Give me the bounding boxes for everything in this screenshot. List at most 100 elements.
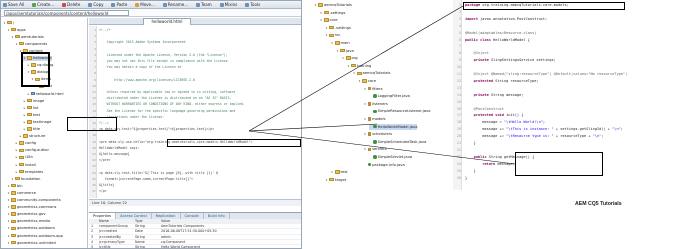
tree-item[interactable]: ▾ foundation — [11, 176, 41, 181]
project-item[interactable]: ▾ servlets — [364, 146, 386, 152]
expand-toggle-icon[interactable]: ▾ — [353, 71, 356, 75]
tree-item[interactable]: ▸ templates — [15, 169, 43, 174]
expand-toggle-icon[interactable]: ▾ — [7, 198, 10, 202]
column-header[interactable]: Value — [159, 219, 299, 223]
tree-item[interactable]: ▾ geometrixx-commons — [7, 205, 57, 210]
tree-item[interactable]: ▾ apps — [7, 27, 26, 32]
tab-helloworld-html[interactable]: helloworld.html — [143, 18, 191, 25]
project-item[interactable]: ▾ src — [325, 32, 341, 38]
project-item[interactable]: ▾ target — [325, 177, 346, 183]
tree-item[interactable]: ▸ config — [15, 141, 36, 146]
project-item[interactable]: ▾ main — [331, 40, 349, 46]
editor-code[interactable]: 1 <!--/* 2 3 Copyright 2015 Adobe Systems I… — [89, 26, 301, 198]
tab-console[interactable]: Console — [181, 213, 204, 219]
expand-toggle-icon[interactable]: ▾ — [325, 178, 328, 182]
expand-toggle-icon[interactable]: ▾ — [7, 28, 10, 32]
expand-toggle-icon[interactable]: ▾ — [7, 226, 10, 230]
tree-item[interactable]: ▸ textimage — [23, 119, 52, 124]
tree-item[interactable]: ▾ components — [15, 41, 47, 46]
tree-item[interactable]: ▸ helloworld.html — [27, 91, 64, 96]
expand-toggle-icon[interactable]: ▸ — [15, 170, 18, 174]
column-header[interactable]: Type — [133, 219, 159, 223]
project-item[interactable]: ▾ org — [342, 55, 357, 61]
project-item[interactable]: ▾ java — [336, 48, 354, 54]
tree-item[interactable]: ▸ title — [23, 127, 40, 132]
expand-toggle-icon[interactable]: ▾ — [364, 117, 367, 121]
expand-toggle-icon[interactable]: ▸ — [23, 120, 26, 124]
project-item[interactable]: ▾ models — [364, 116, 385, 122]
project-item[interactable]: ▾ aemcqTutorials — [353, 70, 390, 76]
table-row[interactable]: 5 jcr:title String Hello World Component — [89, 245, 301, 248]
tree-item[interactable]: ▾ commerce — [7, 190, 36, 195]
project-item[interactable]: ▾ filters — [364, 86, 382, 92]
toolbar-button[interactable]: Paste — [111, 2, 127, 7]
expand-toggle-icon[interactable]: ▸ — [23, 113, 26, 117]
tree-item[interactable]: ▸ list — [23, 105, 39, 110]
tab-access-control[interactable]: Access Control — [116, 213, 152, 219]
project-item[interactable]: ▾ aemcqTutorials — [314, 2, 352, 8]
tree-item[interactable]: ▸ structure — [19, 134, 46, 139]
expand-toggle-icon[interactable]: ▸ — [27, 92, 30, 96]
tree-item[interactable]: ▾ community-components — [7, 198, 61, 203]
expand-toggle-icon[interactable]: ▾ — [364, 87, 367, 91]
expand-toggle-icon[interactable]: ▾ — [320, 11, 323, 15]
tree-item[interactable]: ▾ bin — [7, 183, 23, 188]
expand-toggle-icon[interactable]: ▸ — [15, 148, 18, 152]
tree-item[interactable]: ▾ geometrixx-media — [7, 219, 50, 224]
expand-toggle-icon[interactable]: ▾ — [7, 212, 10, 216]
tree-item[interactable]: ▸ i18n — [15, 155, 33, 160]
toolbar-button[interactable]: Save All — [3, 2, 24, 7]
expand-toggle-icon[interactable]: ▾ — [336, 49, 339, 53]
column-header[interactable]: Name — [97, 219, 133, 223]
toolbar-button[interactable]: Copy — [88, 2, 103, 7]
expand-toggle-icon[interactable]: ▸ — [23, 127, 26, 131]
tree-item[interactable]: ▸ image — [23, 98, 44, 103]
tree-item[interactable]: ▸ config.author — [15, 148, 49, 153]
tab-properties[interactable]: Properties — [89, 213, 117, 219]
project-item[interactable]: ▾ test — [331, 169, 347, 175]
tree-item[interactable]: ▸ install — [15, 162, 36, 167]
project-item[interactable]: LoggingFilter.java — [369, 93, 410, 99]
project-item[interactable]: ▾ schedulers — [364, 131, 392, 137]
expand-toggle-icon[interactable]: ▾ — [15, 42, 18, 46]
tree-item[interactable]: ▾ aemtutorials — [11, 34, 44, 39]
project-item[interactable]: HelloWorldModel.java — [369, 123, 418, 130]
expand-toggle-icon[interactable]: ▾ — [7, 241, 10, 245]
expand-toggle-icon[interactable]: ▸ — [15, 141, 18, 145]
project-item[interactable]: ▾ core — [320, 17, 337, 23]
tab-replication[interactable]: Replication — [152, 213, 181, 219]
toolbar-button[interactable]: Delete — [62, 2, 80, 7]
expand-toggle-icon[interactable]: ▾ — [358, 79, 361, 83]
expand-toggle-icon[interactable]: ▾ — [347, 64, 350, 68]
project-item[interactable]: ▾ core — [358, 78, 376, 84]
tree-item[interactable]: ▾ geometrixx-outdoors-app — [7, 233, 63, 238]
expand-toggle-icon[interactable]: ▾ — [342, 56, 345, 60]
tree-item[interactable]: ▾ geometrixx-gov — [7, 212, 46, 217]
expand-toggle-icon[interactable]: ▾ — [11, 177, 14, 181]
expand-toggle-icon[interactable]: ▾ — [7, 205, 10, 209]
expand-toggle-icon[interactable]: ▾ — [11, 35, 14, 39]
project-item[interactable]: ▾ .settings — [320, 10, 345, 16]
expand-toggle-icon[interactable]: ▸ — [15, 155, 18, 159]
expand-toggle-icon[interactable]: ▾ — [3, 21, 6, 25]
toolbar-button[interactable]: Move... — [135, 2, 155, 7]
project-item[interactable]: ▾ listeners — [364, 101, 388, 107]
expand-toggle-icon[interactable]: ▾ — [7, 219, 10, 223]
expand-toggle-icon[interactable]: ▾ — [331, 170, 334, 174]
expand-toggle-icon[interactable]: ▾ — [7, 234, 10, 238]
expand-toggle-icon[interactable]: ▾ — [325, 33, 328, 37]
toolbar-button[interactable]: Team — [196, 2, 212, 7]
expand-toggle-icon[interactable]: ▾ — [7, 191, 10, 195]
expand-toggle-icon[interactable]: ▾ — [314, 3, 317, 7]
project-item[interactable]: SimpleServlet.java — [369, 154, 412, 160]
project-item[interactable]: package-info.java — [364, 162, 405, 168]
toolbar-button[interactable]: Create... — [32, 2, 54, 7]
toolbar-button[interactable]: Rename... — [162, 2, 188, 7]
expand-toggle-icon[interactable]: ▸ — [19, 134, 22, 138]
tab-build-info[interactable]: Build Info — [204, 213, 230, 219]
tree-item[interactable]: ▾ geometrixx-unlimited — [7, 240, 56, 245]
project-item[interactable]: ▾ .settings — [325, 25, 351, 31]
project-item[interactable]: SimpleResourceListener.java — [369, 108, 431, 114]
expand-toggle-icon[interactable]: ▸ — [23, 99, 26, 103]
expand-toggle-icon[interactable]: ▾ — [364, 132, 367, 136]
